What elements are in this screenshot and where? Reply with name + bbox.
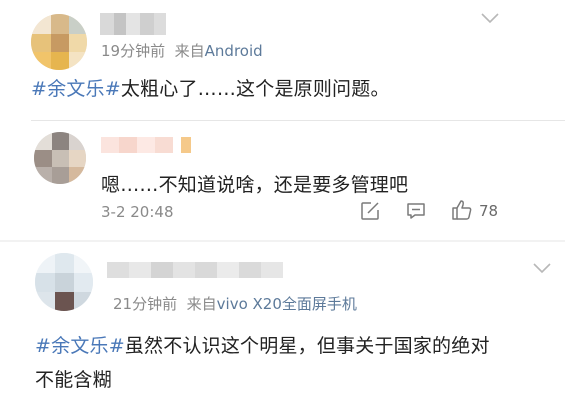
comment-meta: 21分钟前 来自vivo X20全面屏手机 (113, 293, 357, 314)
comment-text: #余文乐#虽然不认识这个明星，但事关于国家的绝对 (35, 331, 490, 358)
comment-body: 太粗心了……这个是原则问题。 (120, 78, 390, 100)
username[interactable] (100, 13, 166, 35)
topic-tag-link[interactable]: #余文乐# (35, 335, 125, 357)
avatar[interactable] (35, 253, 93, 311)
topic-tag-link[interactable]: #余文乐# (31, 78, 121, 100)
chevron-down-icon[interactable] (481, 12, 499, 24)
comment-icon[interactable] (406, 202, 426, 220)
source-link[interactable]: Android (205, 42, 263, 60)
comment-body-line-2: 不能含糊 (35, 369, 112, 391)
share-icon[interactable] (360, 201, 380, 221)
source-prefix: 来自 (174, 42, 205, 60)
divider (0, 240, 565, 242)
source-prefix: 来自 (186, 295, 217, 313)
comment-text: #余文乐#太粗心了……这个是原则问题。 (31, 74, 390, 101)
avatar[interactable] (34, 132, 86, 184)
thumbs-up-icon[interactable] (451, 199, 473, 221)
comment-time: 19分钟前 (101, 42, 166, 60)
like-count: 78 (479, 202, 499, 220)
comment-body: 嗯……不知道说啥，还是要多管理吧 (101, 174, 409, 196)
chevron-down-icon[interactable] (533, 262, 551, 274)
divider (31, 120, 565, 121)
source-link[interactable]: vivo X20全面屏手机 (217, 295, 357, 313)
username[interactable] (101, 137, 191, 153)
username[interactable] (107, 262, 283, 278)
avatar[interactable] (31, 14, 87, 70)
comment-meta: 19分钟前 来自Android (101, 40, 263, 61)
comment-time: 21分钟前 (113, 295, 178, 313)
comment-date: 3-2 20:48 (101, 203, 174, 221)
comment-body-line-1: 虽然不认识这个明星，但事关于国家的绝对 (124, 335, 490, 357)
